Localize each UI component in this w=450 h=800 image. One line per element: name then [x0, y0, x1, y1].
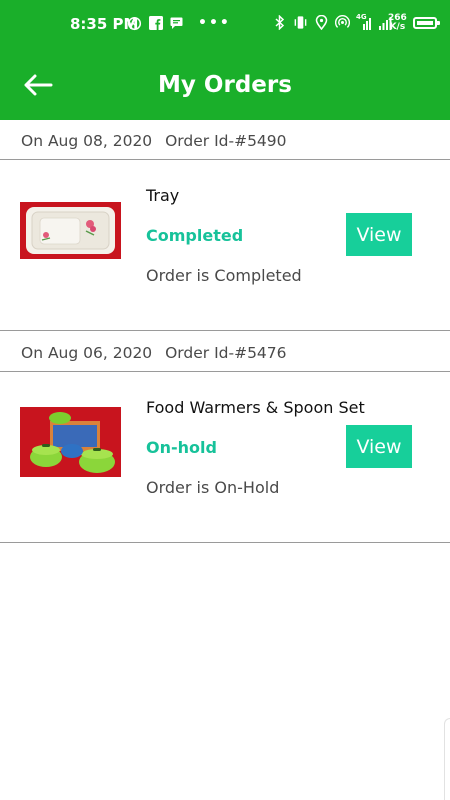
order-item: Food Warmers & Spoon Set On-hold Order i… [0, 372, 450, 543]
order-status-message: Order is On-Hold [146, 478, 280, 497]
bluetooth-icon [272, 15, 287, 30]
facebook-icon [148, 16, 163, 31]
mobile-data-icon: 4G [356, 13, 372, 30]
order-date: On Aug 08, 2020 [21, 132, 153, 150]
order-item: Tray Completed Order is Completed View [0, 160, 450, 331]
message-icon [169, 16, 184, 31]
order-header: On Aug 06, 2020 Order Id-#5476 [0, 332, 450, 372]
hotspot-icon [335, 15, 350, 30]
page-title: My Orders [158, 72, 292, 98]
status-bar: 8:35 PM ••• 4G 266 K/s [0, 0, 450, 50]
network-type-label: 4G [356, 13, 367, 21]
product-name[interactable]: Food Warmers & Spoon Set [146, 398, 365, 417]
order-id: Order Id-#5476 [165, 344, 287, 362]
system-icons: 4G [272, 13, 393, 30]
view-order-button[interactable]: View [346, 425, 412, 468]
whatsapp-icon [127, 16, 142, 31]
order-status-message: Order is Completed [146, 266, 302, 285]
network-speed: 266 K/s [388, 14, 407, 32]
app-bar: My Orders [0, 50, 450, 120]
product-image[interactable] [20, 202, 121, 259]
order-id: Order Id-#5490 [165, 132, 287, 150]
battery-icon [413, 17, 440, 29]
order-status: Completed [146, 226, 244, 245]
view-order-button[interactable]: View [346, 213, 412, 256]
order-card: On Aug 08, 2020 Order Id-#5490 Tray Comp… [0, 120, 450, 331]
order-date: On Aug 06, 2020 [21, 344, 153, 362]
order-card: On Aug 06, 2020 Order Id-#5476 Food Warm… [0, 332, 450, 543]
speed-unit: K/s [389, 22, 406, 32]
location-icon [314, 15, 329, 30]
edge-panel-handle[interactable] [444, 718, 450, 800]
notification-icons: ••• [127, 15, 231, 31]
order-status: On-hold [146, 438, 217, 457]
more-notifications: ••• [198, 15, 231, 31]
product-name[interactable]: Tray [146, 186, 179, 205]
vibrate-icon [293, 15, 308, 30]
product-image[interactable] [20, 407, 121, 477]
order-header: On Aug 08, 2020 Order Id-#5490 [0, 120, 450, 160]
